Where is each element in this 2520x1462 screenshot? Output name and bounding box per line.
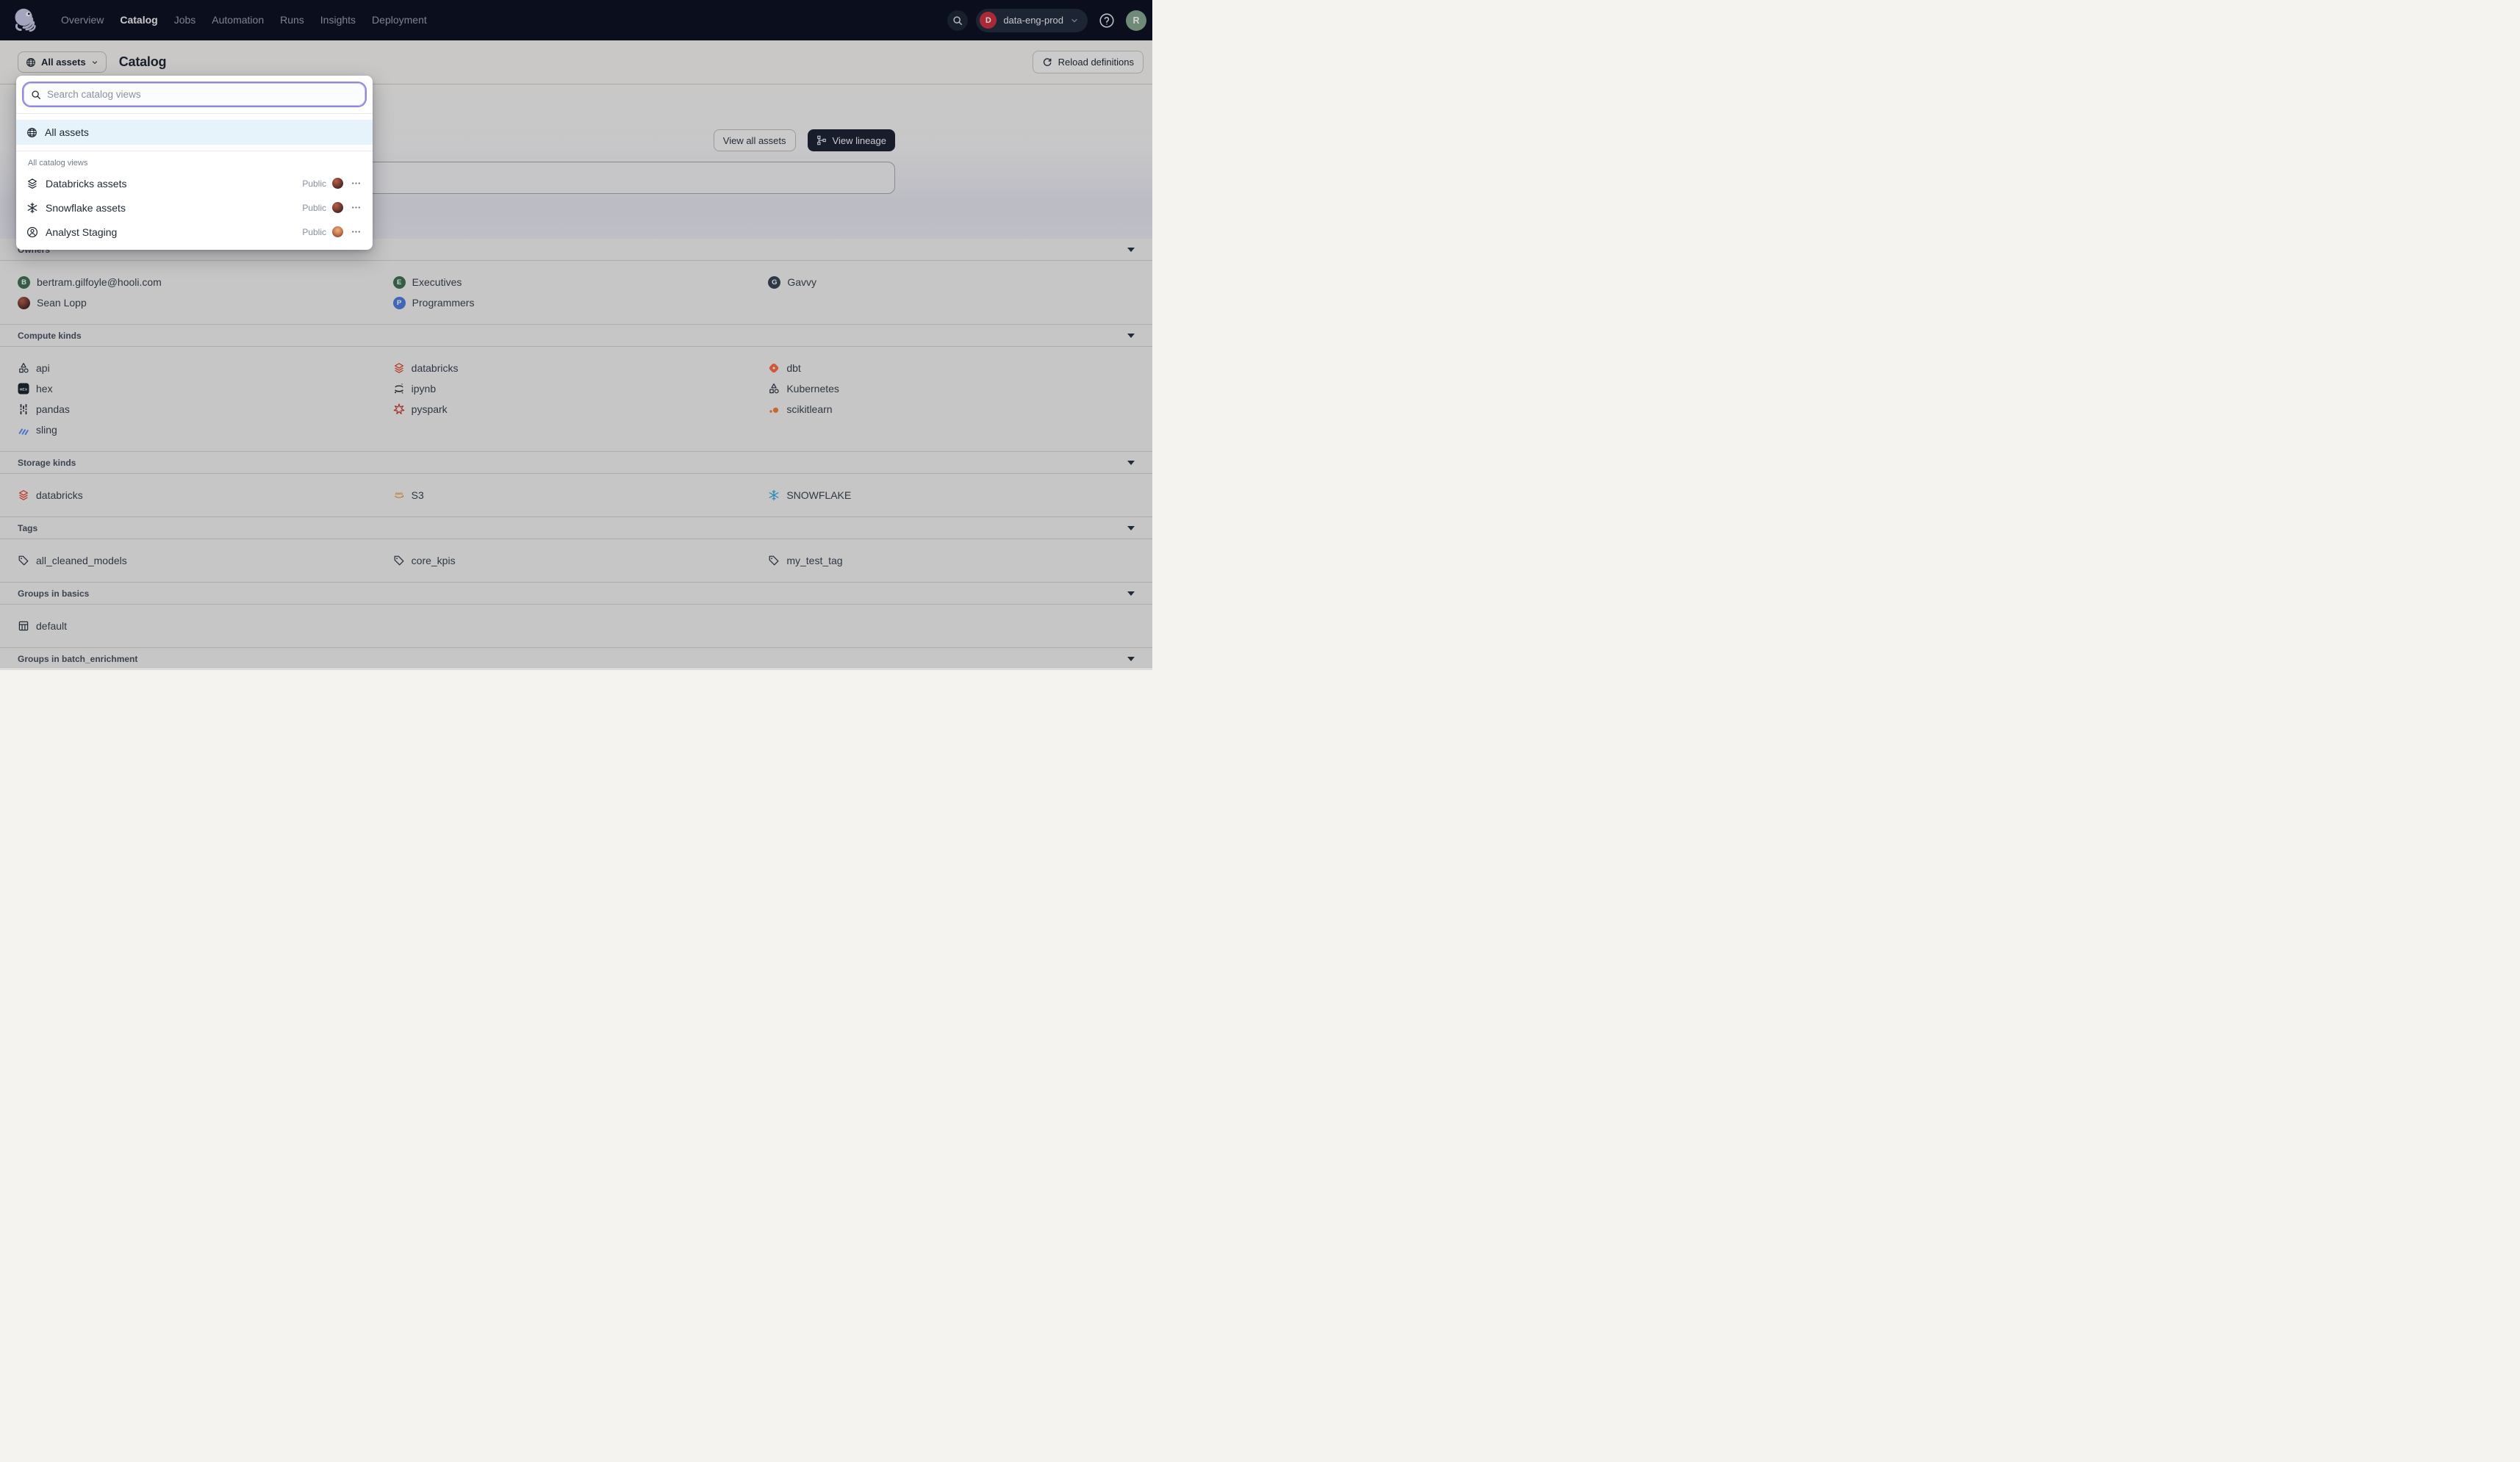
owner-avatar	[332, 202, 343, 213]
globe-icon	[26, 127, 37, 138]
catalog-view-name: Snowflake assets	[46, 202, 126, 214]
person-circle-icon	[26, 226, 38, 238]
divider	[16, 113, 373, 114]
search-icon	[31, 90, 41, 100]
view-menu-button[interactable]	[349, 177, 362, 190]
owner-avatar	[332, 226, 343, 237]
catalog-views-search[interactable]	[22, 82, 367, 107]
owner-avatar	[332, 178, 343, 189]
catalog-view-row[interactable]: Analyst Staging Public	[16, 220, 373, 244]
catalog-view-name: Databricks assets	[46, 178, 126, 190]
view-menu-button[interactable]	[349, 201, 362, 215]
visibility-badge: Public	[302, 203, 326, 213]
layers-icon	[26, 178, 38, 190]
all-assets-option[interactable]: All assets	[16, 120, 373, 145]
snowflake-icon	[26, 202, 38, 214]
visibility-badge: Public	[302, 179, 326, 189]
catalog-views-search-input[interactable]	[47, 89, 358, 100]
visibility-badge: Public	[302, 227, 326, 237]
view-menu-button[interactable]	[349, 226, 362, 239]
catalog-view-row[interactable]: Databricks assets Public	[16, 171, 373, 195]
catalog-views-popover: All assets All catalog views Databricks …	[16, 76, 373, 250]
catalog-views-list: Databricks assets Public Snowflake asset…	[16, 171, 373, 244]
catalog-view-row[interactable]: Snowflake assets Public	[16, 195, 373, 220]
views-section-label: All catalog views	[16, 151, 373, 171]
dagster-catalog-page: { "topbar": { "nav_items": [ {"label": "…	[0, 0, 1152, 669]
catalog-view-name: Analyst Staging	[46, 226, 117, 238]
